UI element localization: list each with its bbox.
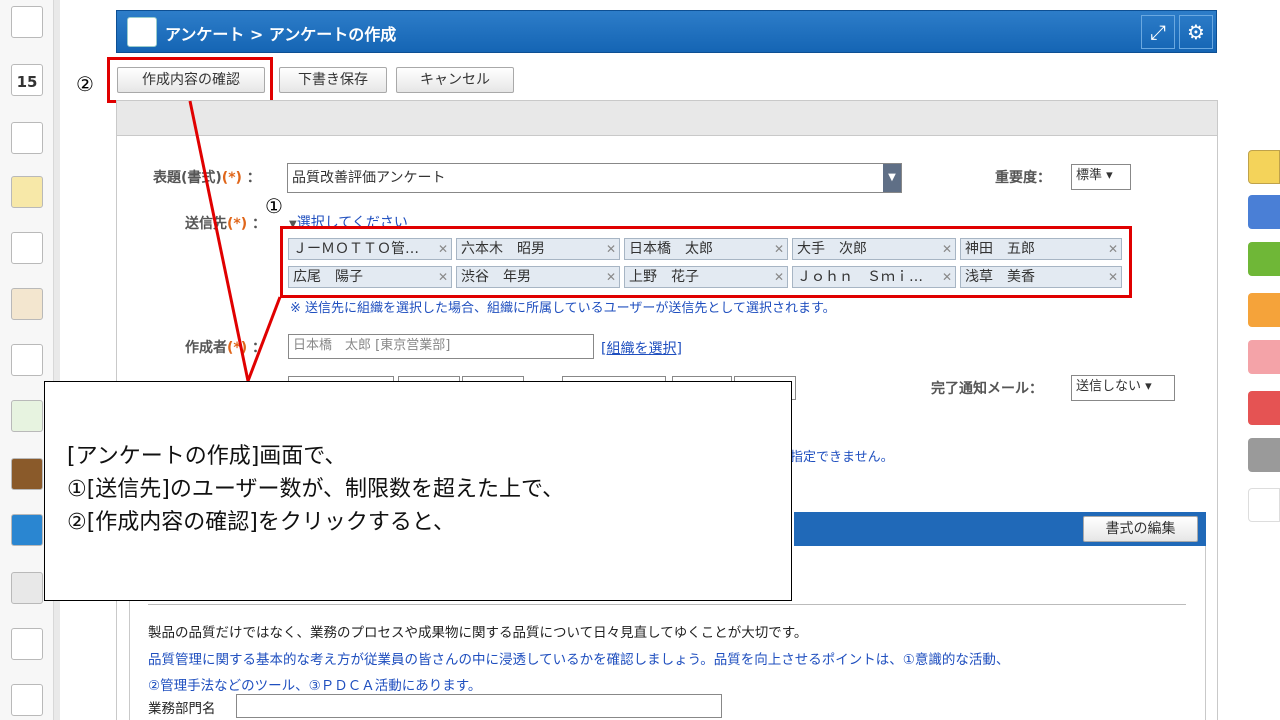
period-note: 指定できません。: [790, 450, 894, 465]
callout-line-1: [アンケートの作成]画面で、: [67, 444, 347, 469]
callout-line-3: ②[作成内容の確認]をクリックすると、: [67, 510, 456, 535]
title-value: 品質改善評価アンケート: [292, 170, 446, 186]
memo-icon[interactable]: [11, 176, 43, 208]
author-field[interactable]: 日本橋 太郎 [東京営業部]: [288, 334, 594, 359]
chevron-down-icon: ▾: [1102, 168, 1113, 183]
app-link-icon[interactable]: [11, 684, 43, 716]
breadcrumb: アンケート > アンケートの作成: [165, 25, 397, 44]
chevron-down-icon[interactable]: ▼: [883, 164, 901, 192]
green-tab[interactable]: [1248, 242, 1280, 276]
screen-header: アンケート > アンケートの作成 ⤢ ⚙: [116, 10, 1217, 53]
report-icon[interactable]: [11, 288, 43, 320]
right-rail: [1244, 0, 1280, 720]
neo-icon[interactable]: [11, 514, 43, 546]
tanomaru-icon[interactable]: [11, 628, 43, 660]
facility-icon[interactable]: [11, 122, 43, 154]
importance-value: 標準: [1076, 168, 1103, 183]
author-label: 作成者(*) ：: [185, 340, 266, 356]
app-sidebar: 15: [0, 0, 54, 720]
sticky-note-icon[interactable]: [1248, 150, 1280, 184]
blue-tab[interactable]: [1248, 195, 1280, 229]
notify-select[interactable]: 送信しない ▾: [1071, 375, 1175, 401]
marker-two: ②: [76, 72, 94, 96]
portal-icon[interactable]: [11, 6, 43, 38]
gray-tab[interactable]: [1248, 438, 1280, 472]
sidebar-divider: [54, 0, 60, 720]
recipients-note: ※ 送信先に組織を選択した場合、組織に所属しているユーザーが送信先として選択され…: [290, 301, 836, 316]
highlight-recipients: [280, 226, 1132, 298]
notify-value: 送信しない: [1076, 379, 1142, 394]
template-desc-3: ②管理手法などのツール、③ＰＤＣＡ活動にあります。: [148, 678, 482, 694]
callout-box: [アンケートの作成]画面で、 ①[送信先]のユーザー数が、制限数を超えた上で、 …: [44, 381, 792, 601]
department-input[interactable]: [236, 694, 722, 718]
binder-icon[interactable]: [11, 458, 43, 490]
gear-icon[interactable]: ⚙: [1179, 15, 1213, 49]
survey-icon: [127, 17, 157, 47]
template-desc-2: 品質管理に関する基本的な考え方が従業員の皆さんの中に浸透しているかを確認しましょ…: [148, 652, 1010, 668]
title-label: 表題(書式)(*) ：: [153, 170, 261, 186]
survey-icon[interactable]: [11, 344, 43, 376]
template-desc-1: 製品の品質だけではなく、業務のプロセスや成果物に関する品質について日々見直してゆ…: [148, 625, 808, 641]
form-panel-header: [116, 100, 1218, 136]
marker-one: ①: [265, 194, 283, 218]
folder-icon[interactable]: [11, 572, 43, 604]
department-label: 業務部門名: [148, 701, 216, 717]
edit-template-button[interactable]: 書式の編集: [1083, 516, 1198, 542]
divider: [148, 604, 1186, 605]
save-draft-button[interactable]: 下書き保存: [279, 67, 387, 93]
calendar-icon[interactable]: 15: [11, 64, 43, 96]
select-org-link[interactable]: [組織を選択]: [601, 338, 682, 358]
pencil-icon[interactable]: [1248, 488, 1280, 522]
pink-tab[interactable]: [1248, 340, 1280, 374]
notify-label: 完了通知メール：: [931, 381, 1043, 397]
title-select[interactable]: 品質改善評価アンケート ▼: [287, 163, 902, 193]
fullscreen-icon[interactable]: ⤢: [1141, 15, 1175, 49]
highlight-confirm: [107, 57, 273, 103]
cancel-button[interactable]: キャンセル: [396, 67, 514, 93]
callout-line-2: ①[送信先]のユーザー数が、制限数を超えた上で、: [67, 477, 565, 502]
recipients-label: 送信先(*) ：: [185, 216, 266, 232]
importance-select[interactable]: 標準 ▾: [1071, 164, 1131, 190]
orange-tab[interactable]: [1248, 293, 1280, 327]
bulletin-icon[interactable]: [11, 232, 43, 264]
chevron-down-icon: ▾: [1141, 379, 1152, 394]
red-tab[interactable]: [1248, 391, 1280, 425]
workflow-icon[interactable]: [11, 400, 43, 432]
importance-label: 重要度：: [995, 170, 1051, 186]
